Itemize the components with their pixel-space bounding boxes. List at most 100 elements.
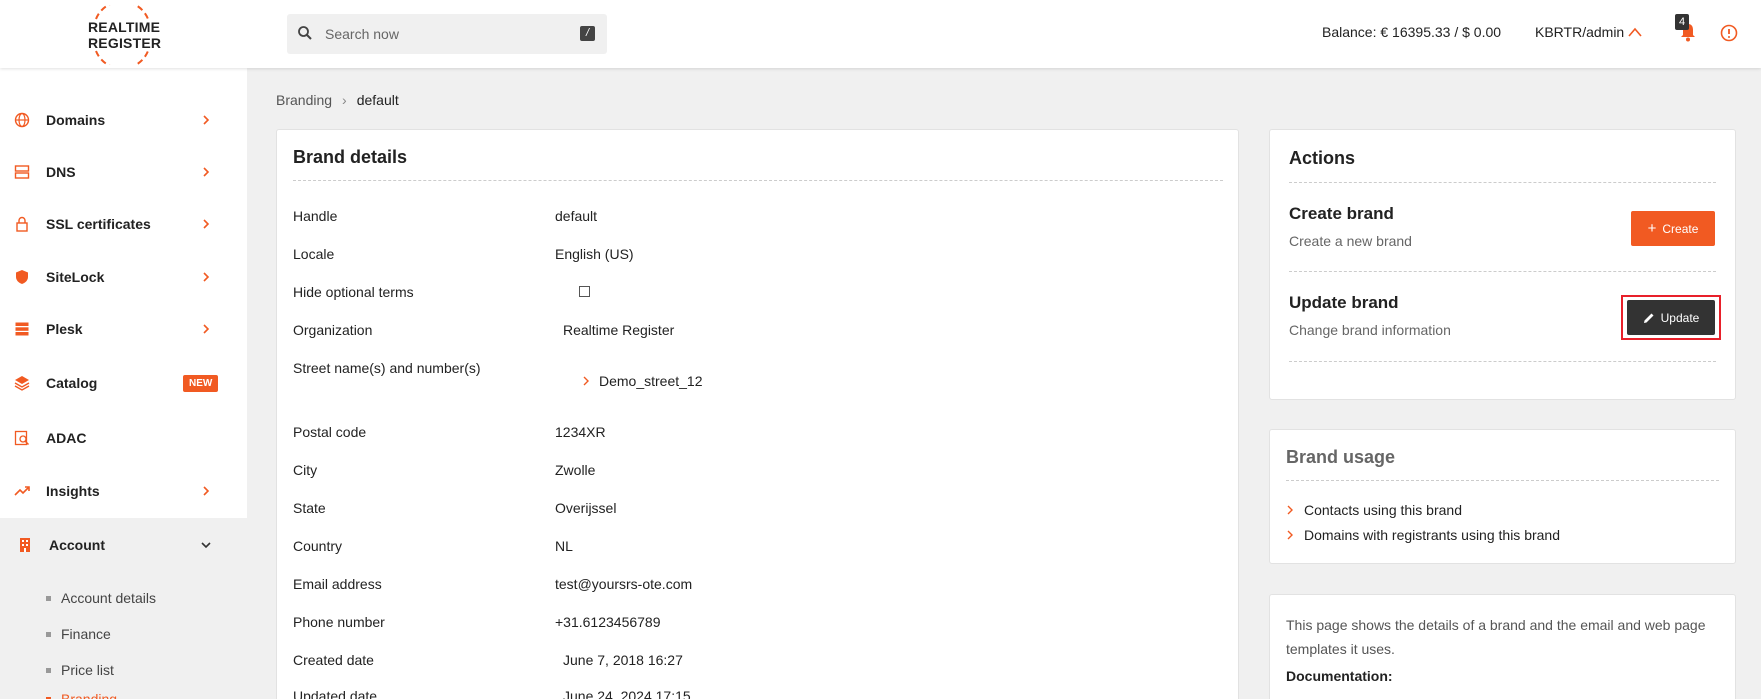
breadcrumb: Branding › default [276,92,399,108]
new-badge: NEW [183,375,219,392]
sidebar-subitem-branding[interactable]: Branding [46,691,117,699]
balance-text: Balance: € 16395.33 / $ 0.00 [1322,24,1502,40]
update-brand-title: Update brand [1289,293,1399,312]
breadcrumb-link-branding[interactable]: Branding [276,92,332,108]
detail-value: June 7, 2018 16:27 [563,652,683,668]
breadcrumb-separator-icon: › [342,92,347,108]
search-icon [298,26,312,40]
globe-icon [14,112,30,128]
server-icon [14,165,30,179]
update-button-label: Update [1660,310,1700,325]
detail-value: 1234XR [555,424,606,440]
sidebar-item-domains[interactable]: Domains [0,95,247,145]
top-header: REALTIME REGISTER / Balance: € 16395.33 … [0,0,1761,68]
detail-value: +31.6123456789 [555,614,661,630]
logo-text: REALTIME REGISTER [88,19,161,51]
detail-label: Phone number [293,614,385,630]
update-brand-desc: Change brand information [1289,322,1451,338]
chevron-right-icon [203,324,210,334]
detail-label: State [293,500,326,516]
update-button[interactable]: Update [1627,300,1715,335]
sidebar-item-account[interactable]: Account [0,518,247,573]
search-shortcut-key: / [580,26,595,41]
search-input[interactable] [317,14,567,54]
detail-value: June 24, 2024 17:15 [563,688,691,699]
divider [293,180,1223,181]
sidebar-subitem-account-details[interactable]: Account details [46,590,156,610]
chevron-down-icon [201,542,211,549]
sidebar-subitem-price-list[interactable]: Price list [46,662,114,682]
subitem-label: Branding [61,691,118,699]
create-button-label: Create [1662,221,1699,236]
sidebar-item-label: Account [49,537,105,553]
sidebar-item-dns[interactable]: DNS [0,147,247,197]
brand-details-card: Brand details Handle default Locale Engl… [276,129,1239,699]
sidebar-item-plesk[interactable]: Plesk [0,304,247,354]
create-brand-desc: Create a new brand [1289,233,1412,249]
create-brand-title: Create brand [1289,204,1394,223]
chevron-right-icon[interactable] [582,376,590,386]
detail-label: City [293,462,318,478]
usage-link-domains[interactable]: Domains with registrants using this bran… [1286,527,1560,543]
sidebar-item-label: Catalog [46,375,98,391]
detail-label: Country [293,538,343,554]
chevron-right-icon [203,272,210,282]
detail-value: default [555,208,598,224]
info-text: This page shows the details of a brand a… [1286,617,1706,657]
shield-icon [16,270,28,284]
search-document-icon [14,430,30,446]
detail-label: Created date [293,652,374,668]
plus-icon: + [1647,219,1657,237]
documentation-label: Documentation: [1286,668,1393,684]
chevron-right-icon [203,486,210,496]
sidebar-item-label: SSL certificates [46,216,151,232]
user-menu[interactable]: KBRTR/admin [1535,24,1624,40]
detail-value: Zwolle [555,462,596,478]
sidebar-item-label: Domains [46,112,106,128]
sidebar-item-catalog[interactable]: Catalog NEW [0,358,247,408]
sidebar-item-sitelock[interactable]: SiteLock [0,252,247,302]
sidebar-subitem-finance[interactable]: Finance [46,626,111,646]
sidebar-item-label: Plesk [46,321,83,337]
stack-servers-icon [15,322,29,336]
divider [1289,361,1716,362]
notification-count-badge: 4 [1675,14,1689,30]
chevron-up-icon[interactable] [1627,26,1643,38]
layers-icon [14,376,30,391]
pencil-icon [1643,313,1654,323]
usage-link-label: Domains with registrants using this bran… [1304,527,1561,543]
detail-label: Email address [293,576,382,592]
sidebar-item-ssl-certificates[interactable]: SSL certificates [0,199,247,249]
subitem-label: Account details [61,590,156,606]
brand-usage-card: Brand usage Contacts using this brand Do… [1269,429,1736,564]
sidebar-item-label: ADAC [46,430,87,446]
hide-optional-terms-checkbox [579,286,590,297]
actions-title: Actions [1289,148,1356,168]
usage-link-label: Contacts using this brand [1304,502,1462,518]
sidebar-item-label: Insights [46,483,100,499]
chevron-right-icon [203,167,210,177]
bullet-icon [46,631,51,637]
create-button[interactable]: + Create [1631,211,1715,246]
bullet-icon [46,667,51,673]
lock-icon [16,216,28,232]
sidebar-item-adac[interactable]: ADAC [0,413,247,463]
sidebar-item-label: DNS [46,164,76,180]
sidebar-item-insights[interactable]: Insights [0,466,247,516]
info-icon[interactable] [1720,24,1738,42]
detail-label: Locale [293,246,335,262]
detail-value: NL [555,538,573,554]
logo-line-1: REALTIME [88,19,161,35]
search-box[interactable]: / [287,14,607,54]
usage-link-contacts[interactable]: Contacts using this brand [1286,502,1462,518]
divider [1289,271,1716,272]
chevron-right-icon [203,219,210,229]
account-submenu: Account details Finance Price list Brand… [0,573,247,699]
detail-label: Street name(s) and number(s) [293,360,481,376]
detail-label: Hide optional terms [293,284,414,300]
breadcrumb-current: default [356,92,399,108]
sidebar: Domains DNS SSL certificates SiteLock Pl… [0,68,247,699]
logo-line-2: REGISTER [88,35,162,51]
info-card: This page shows the details of a brand a… [1269,594,1736,699]
logo[interactable]: REALTIME REGISTER [84,5,161,65]
